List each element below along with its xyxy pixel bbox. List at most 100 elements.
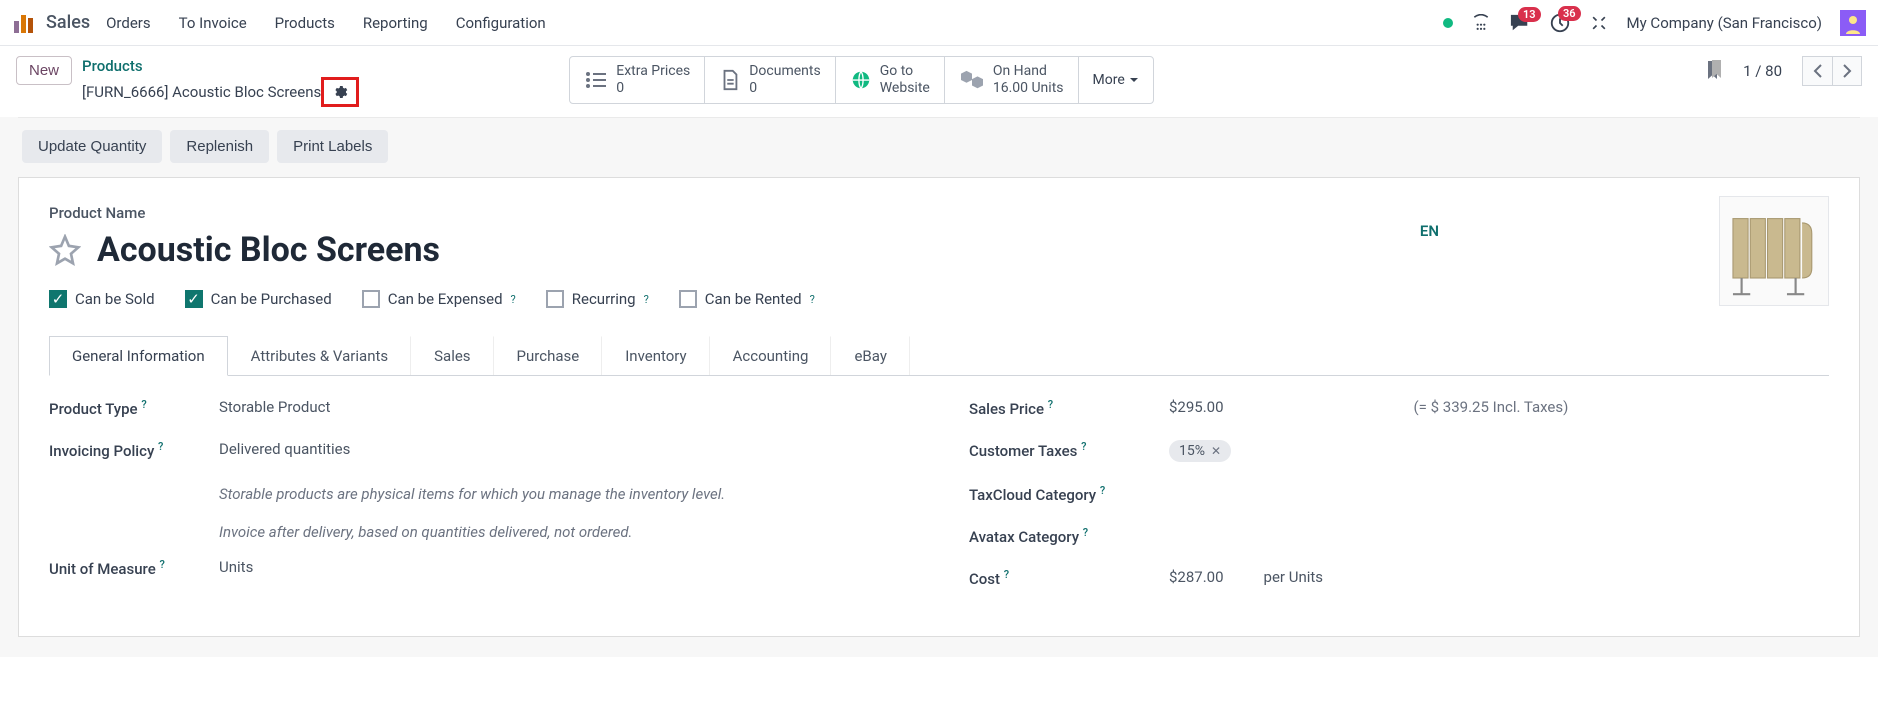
language-badge[interactable]: EN [1420, 222, 1439, 240]
help-icon[interactable]: ? [141, 398, 146, 411]
help-icon[interactable]: ? [1048, 398, 1053, 411]
gear-icon [332, 84, 348, 100]
form-sheet: EN Product Name Acoustic Bloc Screens ✓C… [18, 177, 1860, 637]
invoicing-policy-field[interactable]: Delivered quantities [219, 440, 909, 458]
update-quantity-button[interactable]: Update Quantity [22, 130, 162, 163]
stat-value: 0 [616, 80, 690, 97]
check-icon: ✓ [185, 290, 203, 308]
help-icon[interactable]: ? [1081, 440, 1086, 453]
cost-field[interactable]: $287.00 [1169, 568, 1224, 586]
new-button[interactable]: New [16, 56, 72, 85]
debug-icon[interactable] [1589, 13, 1609, 33]
can-be-rented-checkbox[interactable]: Can be Rented? [679, 290, 815, 308]
notebook-tabs: General Information Attributes & Variant… [49, 336, 1829, 376]
breadcrumb-products-link[interactable]: Products [82, 56, 359, 77]
stat-on-hand[interactable]: On Hand16.00 Units [945, 57, 1079, 103]
help-icon[interactable]: ? [158, 440, 163, 453]
nav-menu: Orders To Invoice Products Reporting Con… [106, 14, 546, 32]
nav-products[interactable]: Products [275, 14, 335, 32]
sales-price-field[interactable]: $295.00 [1169, 398, 1224, 416]
stat-documents[interactable]: Documents0 [705, 57, 835, 103]
sales-price-incl: (= $ 339.25 Incl. Taxes) [1414, 398, 1569, 416]
check-icon [362, 290, 380, 308]
check-icon [679, 290, 697, 308]
form-col-left: Product Type ? Storable Product Invoicin… [49, 398, 909, 610]
stat-value: Website [880, 80, 930, 97]
check-icon [546, 290, 564, 308]
stat-label: Extra Prices [616, 63, 690, 80]
tab-ebay[interactable]: eBay [831, 336, 909, 375]
customer-taxes-label: Customer Taxes [969, 442, 1077, 460]
cb-label: Can be Rented [705, 290, 802, 308]
avatax-category-label: Avatax Category [969, 528, 1079, 546]
can-be-purchased-checkbox[interactable]: ✓Can be Purchased [185, 290, 332, 308]
brand[interactable]: Sales [12, 11, 90, 35]
help-icon[interactable]: ? [1083, 526, 1088, 539]
help-icon[interactable]: ? [810, 293, 815, 306]
help-icon[interactable]: ? [1100, 484, 1105, 497]
cb-label: Recurring [572, 290, 636, 308]
chevron-left-icon [1813, 64, 1823, 78]
user-avatar[interactable] [1840, 10, 1866, 36]
stat-go-to-website[interactable]: Go toWebsite [836, 57, 945, 103]
product-type-field[interactable]: Storable Product [219, 398, 909, 416]
stat-value: 16.00 Units [993, 80, 1064, 97]
product-type-label: Product Type [49, 400, 138, 418]
page-counter[interactable]: 1 / 80 [1743, 62, 1782, 80]
tax-tag-label: 15% [1179, 443, 1205, 459]
nav-to-invoice[interactable]: To Invoice [179, 14, 247, 32]
app-name: Sales [46, 12, 90, 33]
favorite-star-icon[interactable] [49, 234, 81, 266]
tab-accounting[interactable]: Accounting [710, 336, 832, 375]
stat-label: Go to [880, 63, 930, 80]
help-icon[interactable]: ? [644, 293, 649, 306]
help-icon[interactable]: ? [159, 558, 164, 571]
pager-prev-button[interactable] [1802, 56, 1832, 86]
help-icon[interactable]: ? [1004, 568, 1009, 581]
boxes-icon [959, 69, 985, 91]
company-selector[interactable]: My Company (San Francisco) [1627, 14, 1822, 32]
voip-icon[interactable] [1471, 14, 1491, 32]
form-grid: Product Type ? Storable Product Invoicin… [49, 398, 1829, 610]
invoicing-policy-help: Invoice after delivery, based on quantit… [219, 520, 909, 544]
product-name-field[interactable]: Acoustic Bloc Screens [97, 230, 440, 270]
uom-field[interactable]: Units [219, 558, 909, 576]
sales-price-label: Sales Price [969, 400, 1044, 418]
list-icon [584, 70, 608, 90]
cost-per-unit: per Units [1264, 568, 1324, 586]
tab-purchase[interactable]: Purchase [494, 336, 603, 375]
stat-buttons: Extra Prices0 Documents0 Go toWebsite On… [569, 56, 1154, 104]
activities-icon[interactable]: 36 [1549, 12, 1571, 34]
nav-configuration[interactable]: Configuration [456, 14, 546, 32]
document-icon [719, 69, 741, 91]
pager-next-button[interactable] [1832, 56, 1862, 86]
cb-label: Can be Sold [75, 290, 155, 308]
nav-reporting[interactable]: Reporting [363, 14, 428, 32]
pager-group: 1 / 80 [1705, 56, 1862, 86]
nav-orders[interactable]: Orders [106, 14, 151, 32]
recurring-checkbox[interactable]: Recurring? [546, 290, 649, 308]
messages-icon[interactable]: 13 [1509, 13, 1531, 33]
stat-extra-prices[interactable]: Extra Prices0 [570, 57, 705, 103]
activities-badge: 36 [1558, 6, 1581, 21]
product-thumbnail-icon [1720, 197, 1828, 305]
bookmark-icon[interactable] [1705, 60, 1723, 82]
tab-sales[interactable]: Sales [411, 336, 493, 375]
tab-general-information[interactable]: General Information [49, 336, 228, 376]
stat-label: On Hand [993, 63, 1064, 80]
tag-remove-icon[interactable]: ✕ [1211, 444, 1221, 458]
product-image[interactable] [1719, 196, 1829, 306]
action-menu-gear[interactable] [321, 77, 359, 107]
can-be-sold-checkbox[interactable]: ✓ Can be Sold [49, 290, 155, 308]
stat-more-button[interactable]: More [1079, 57, 1153, 103]
print-labels-button[interactable]: Print Labels [277, 130, 388, 163]
help-icon[interactable]: ? [511, 293, 516, 306]
app-logo-icon [12, 11, 36, 35]
tab-attributes-variants[interactable]: Attributes & Variants [228, 336, 411, 375]
check-icon: ✓ [49, 290, 67, 308]
can-be-expensed-checkbox[interactable]: Can be Expensed? [362, 290, 516, 308]
breadcrumb: Products [FURN_6666] Acoustic Bloc Scree… [82, 56, 359, 107]
replenish-button[interactable]: Replenish [170, 130, 269, 163]
tax-tag[interactable]: 15% ✕ [1169, 440, 1231, 462]
tab-inventory[interactable]: Inventory [602, 336, 709, 375]
